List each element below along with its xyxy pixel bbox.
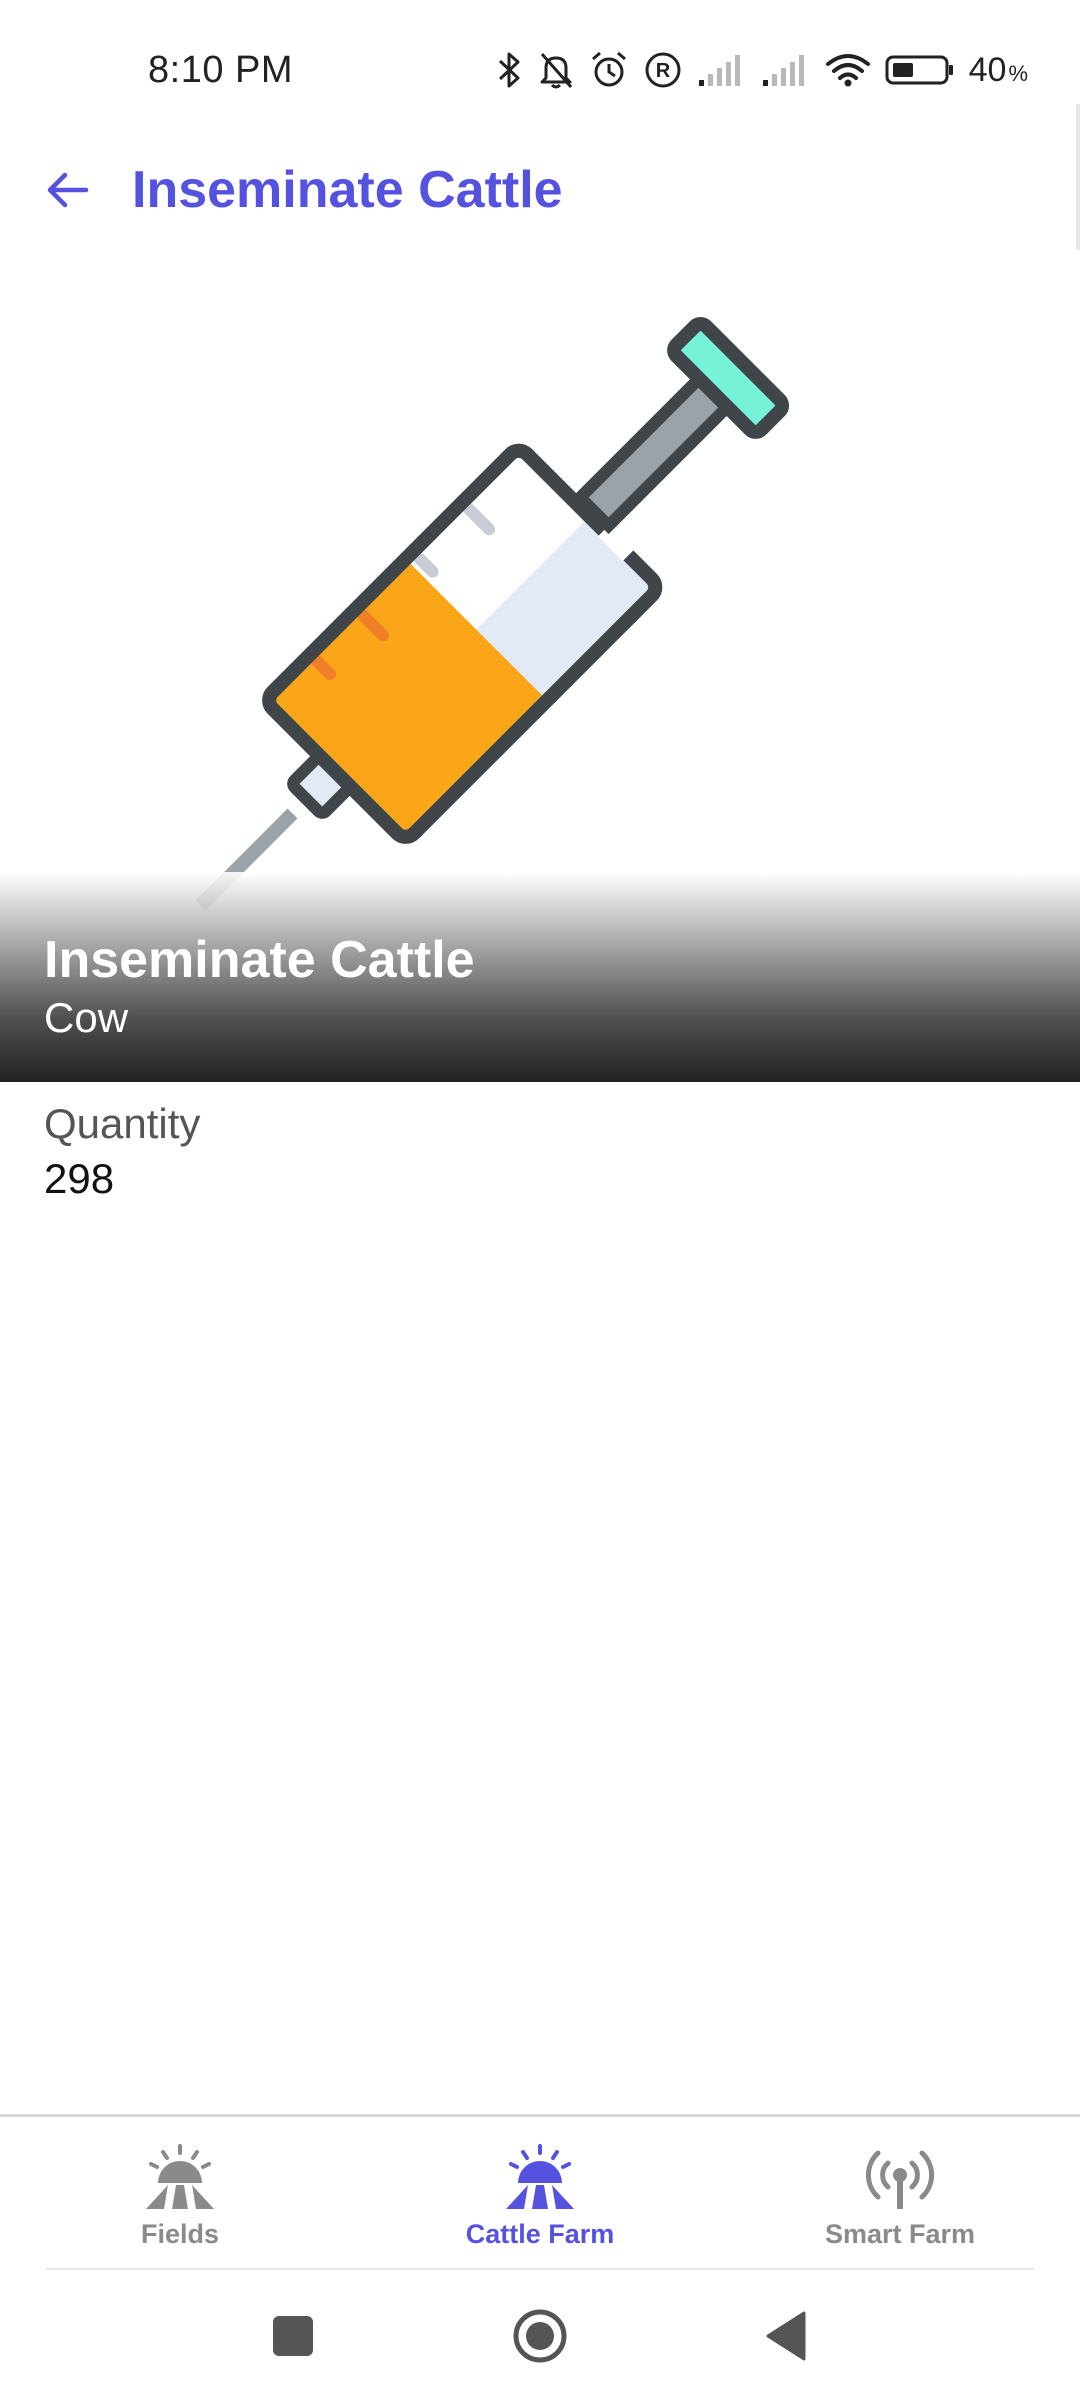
nav-item-smart-farm[interactable]: Smart Farm — [720, 2117, 1080, 2268]
battery-percent: 40% — [969, 51, 1028, 90]
hero-card: Inseminate Cattle Cow — [0, 250, 1080, 1082]
screen: 8:10 PM R 40 % Inseminate Cattle Insemin… — [0, 0, 1080, 2400]
bottom-nav: Fields Cattle Farm Smart Farm — [0, 2114, 1080, 2268]
hero-subtitle: Cow — [44, 994, 129, 1041]
page-title: Inseminate Cattle — [132, 161, 563, 219]
bell-off-icon — [537, 50, 575, 90]
nav-label-smart-farm: Smart Farm — [824, 2219, 976, 2249]
alarm-icon — [589, 50, 629, 90]
field-sunrise-icon — [506, 2144, 574, 2209]
nav-item-fields[interactable]: Fields — [0, 2117, 360, 2268]
bluetooth-icon — [497, 50, 523, 90]
system-nav-bar — [0, 2290, 1080, 2380]
quantity-value: 298 — [44, 1155, 115, 1202]
status-icons: R 40 % — [497, 50, 1028, 90]
broadcast-antenna-icon — [865, 2150, 935, 2209]
nav-divider — [46, 2268, 1034, 2270]
scroll-indicator — [1076, 104, 1080, 254]
nav-label-cattle-farm: Cattle Farm — [465, 2219, 615, 2249]
status-time: 8:10 PM — [148, 48, 294, 91]
circle-icon — [513, 2309, 567, 2363]
back-button[interactable] — [40, 162, 96, 218]
status-bar: 8:10 PM R 40 % — [0, 0, 1080, 140]
signal-icon — [761, 52, 811, 88]
quantity-label: Quantity — [44, 1100, 201, 1147]
home-button[interactable] — [512, 2308, 568, 2364]
nav-item-cattle-farm[interactable]: Cattle Farm — [360, 2117, 720, 2268]
battery-percent-unit: % — [1008, 60, 1028, 86]
app-bar: Inseminate Cattle — [0, 140, 1080, 240]
svg-text:R: R — [655, 60, 670, 82]
field-sunrise-icon — [146, 2144, 214, 2209]
registered-icon: R — [643, 50, 683, 90]
hero-title: Inseminate Cattle — [44, 931, 475, 989]
square-icon — [273, 2316, 313, 2356]
back-nav-button[interactable] — [758, 2308, 814, 2364]
signal-icon — [697, 52, 747, 88]
nav-label-fields: Fields — [140, 2219, 220, 2249]
recents-button[interactable] — [265, 2308, 321, 2364]
wifi-icon — [825, 52, 871, 88]
battery-percent-value: 40 — [968, 50, 1007, 89]
battery-icon — [885, 52, 955, 88]
arrow-left-icon — [47, 172, 89, 208]
triangle-back-icon — [766, 2311, 806, 2361]
